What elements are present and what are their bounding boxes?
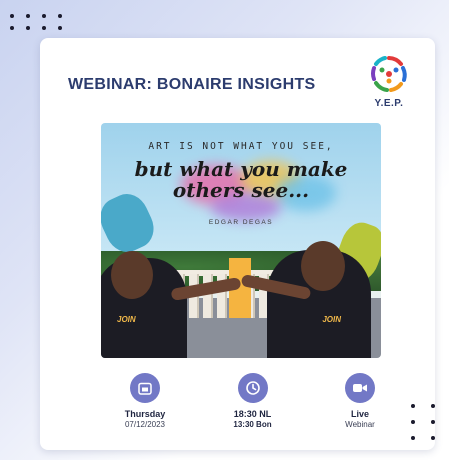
detail-date-value: 07/12/2023	[124, 420, 166, 429]
decorative-dots-top-left	[10, 14, 64, 30]
detail-date: Thursday 07/12/2023	[100, 373, 190, 430]
webinar-title: WEBINAR: BONAIRE INSIGHTS	[68, 76, 316, 93]
poster-quote-line2: but what you make others see...	[101, 159, 381, 201]
poster-image: JOIN JOIN ART IS NOT WHAT YOU SEE, but w…	[101, 123, 381, 358]
detail-date-day: Thursday	[124, 409, 166, 419]
yep-logo-text: Y.E.P.	[374, 98, 404, 109]
calendar-icon	[130, 373, 160, 403]
detail-format-webinar: Webinar	[345, 420, 375, 429]
detail-time: 18:30 NL 13:30 Bon	[208, 373, 298, 430]
clock-icon	[237, 373, 268, 403]
video-camera-icon	[345, 373, 375, 403]
decorative-dots-bottom-right	[411, 404, 437, 440]
detail-format: Live Webinar	[315, 373, 405, 430]
detail-format-live: Live	[350, 409, 369, 419]
detail-time-nl: 18:30 NL	[233, 409, 272, 419]
yep-logo-icon	[371, 56, 407, 92]
webinar-details: Thursday 07/12/2023 18:30 NL 13:30 Bon L…	[100, 373, 405, 430]
detail-time-bon: 13:30 Bon	[233, 420, 272, 429]
poster-quote-line1: ART IS NOT WHAT YOU SEE,	[148, 141, 334, 152]
webinar-card: WEBINAR: BONAIRE INSIGHTS Y.E.P. JOIN JO…	[40, 38, 435, 450]
poster-quote-line2b: others see...	[172, 178, 310, 202]
yep-logo: Y.E.P.	[361, 52, 417, 109]
poster-quote-line2a: but what you make	[134, 157, 348, 181]
poster-quote-author: EDGAR DEGAS	[208, 219, 274, 226]
